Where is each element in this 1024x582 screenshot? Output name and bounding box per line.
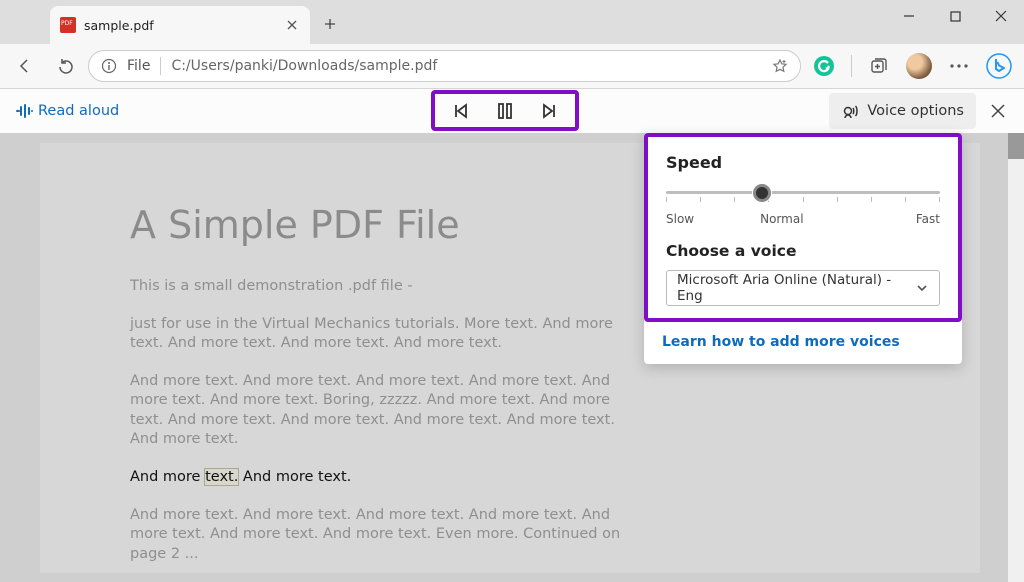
browser-tab[interactable]: sample.pdf (50, 6, 310, 44)
learn-add-voices-link[interactable]: Learn how to add more voices (644, 322, 962, 364)
divider (160, 57, 161, 75)
playback-controls-highlight (431, 90, 579, 131)
pdf-paragraph: And more text. And more text. And more t… (130, 506, 640, 565)
scrollbar-thumb[interactable] (1008, 133, 1024, 159)
close-read-aloud-button[interactable] (982, 95, 1014, 127)
bing-sidebar-button[interactable] (982, 49, 1016, 83)
speed-label: Speed (666, 153, 940, 172)
back-button[interactable] (8, 49, 42, 83)
grammarly-extension-icon[interactable] (807, 49, 841, 83)
chevron-down-icon (915, 281, 929, 295)
speed-slider[interactable] (666, 182, 940, 208)
speed-fast-label: Fast (916, 212, 940, 226)
speed-normal-label: Normal (760, 212, 803, 226)
pdf-paragraph: And more text. And more text. And more t… (130, 372, 640, 450)
window-controls (886, 0, 1024, 32)
maximize-button[interactable] (932, 0, 978, 32)
voice-options-button[interactable]: Voice options (829, 93, 976, 129)
voice-options-panel: Speed Slow Normal Fast Choose a voice Mi… (644, 133, 962, 364)
voice-icon (841, 102, 859, 120)
voice-options-label: Voice options (867, 103, 964, 119)
previous-button[interactable] (447, 97, 475, 125)
pdf-active-sentence: And more text. And more text. (130, 468, 640, 488)
pdf-viewport: A Simple PDF File This is a small demons… (0, 133, 1024, 582)
divider (851, 55, 852, 77)
address-url: C:/Users/panki/Downloads/sample.pdf (171, 58, 762, 74)
collections-button[interactable] (862, 49, 896, 83)
read-aloud-label[interactable]: Read aloud (38, 103, 119, 119)
tab-close-button[interactable] (284, 17, 300, 33)
pause-button[interactable] (491, 97, 519, 125)
browser-toolbar: File C:/Users/panki/Downloads/sample.pdf (0, 44, 1024, 88)
tab-title: sample.pdf (84, 18, 276, 33)
more-menu-button[interactable] (942, 49, 976, 83)
current-word-highlight: text. (205, 469, 238, 485)
favorite-button[interactable] (772, 58, 788, 74)
selected-voice: Microsoft Aria Online (Natural) - Eng (677, 272, 915, 304)
vertical-scrollbar[interactable] (1008, 133, 1024, 582)
info-icon[interactable] (101, 58, 117, 74)
profile-avatar[interactable] (902, 49, 936, 83)
speed-slow-label: Slow (666, 212, 694, 226)
pdf-favicon (60, 17, 76, 33)
slider-thumb[interactable] (753, 184, 771, 202)
refresh-button[interactable] (48, 49, 82, 83)
next-button[interactable] (535, 97, 563, 125)
read-aloud-icon (10, 102, 38, 120)
voice-select[interactable]: Microsoft Aria Online (Natural) - Eng (666, 270, 940, 306)
new-tab-button[interactable] (314, 8, 346, 40)
read-aloud-bar: Read aloud Voice options (0, 89, 1024, 133)
minimize-button[interactable] (886, 0, 932, 32)
pdf-paragraph: This is a small demonstration .pdf file … (130, 277, 640, 297)
choose-voice-label: Choose a voice (666, 242, 940, 260)
address-scheme-label: File (127, 58, 150, 74)
close-window-button[interactable] (978, 0, 1024, 32)
address-bar[interactable]: File C:/Users/panki/Downloads/sample.pdf (88, 50, 801, 82)
window-titlebar: sample.pdf (0, 0, 1024, 44)
pdf-paragraph: just for use in the Virtual Mechanics tu… (130, 315, 640, 354)
